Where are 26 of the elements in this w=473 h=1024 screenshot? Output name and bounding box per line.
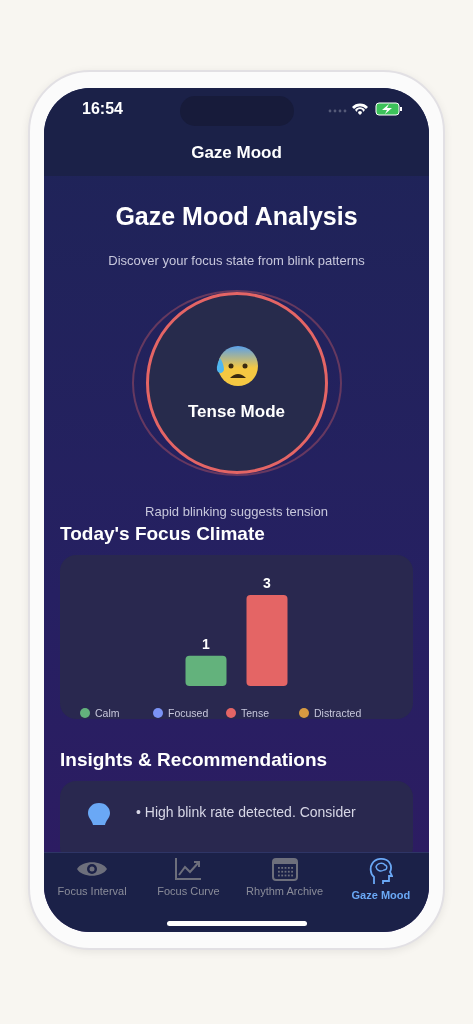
tab-item[interactable]: Gaze Mood bbox=[334, 857, 427, 901]
tab-item[interactable]: Rhythm Archive bbox=[238, 857, 331, 901]
legend-label: Focused bbox=[168, 707, 209, 719]
brain-head-icon bbox=[368, 857, 393, 885]
section-title: Insights & Recommendations bbox=[60, 749, 329, 771]
legend-label: Distracted bbox=[314, 707, 362, 719]
wifi-icon bbox=[352, 103, 368, 115]
mood-description: Rapid blinking suggests tension bbox=[145, 504, 328, 519]
tab-item[interactable]: Focus Curve bbox=[142, 857, 235, 901]
page-title: Gaze Mood Analysis bbox=[115, 202, 358, 231]
battery-icon bbox=[375, 102, 402, 116]
section-title: Today's Focus Climate bbox=[60, 523, 266, 545]
line-chart-icon bbox=[174, 857, 203, 881]
bar-value-label: 3 bbox=[263, 575, 271, 591]
cellular-signal-icon bbox=[328, 109, 347, 113]
legend-label: Calm bbox=[95, 707, 120, 719]
legend-label: Tense bbox=[241, 707, 270, 719]
insight-text: • High blink rate detected. Consider bbox=[136, 804, 356, 820]
page-subtitle: Discover your focus state from blink patterns bbox=[108, 253, 365, 268]
bar-value-label: 1 bbox=[202, 635, 210, 652]
mood-label: Tense Mode bbox=[188, 402, 285, 422]
status-time: 16:54 bbox=[82, 100, 123, 118]
tab-item[interactable]: Focus Interval bbox=[46, 857, 139, 901]
nav-title: Gaze Mood bbox=[191, 143, 282, 163]
chart-bar bbox=[185, 655, 227, 686]
calendar-icon bbox=[271, 857, 298, 881]
